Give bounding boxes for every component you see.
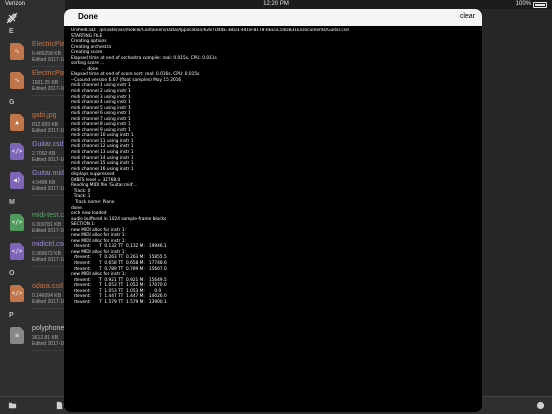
file-name: gabi.jpg <box>32 112 57 119</box>
file-meta: 1601.25 KB Edited 2017-10- <box>32 80 65 92</box>
image-icon: ▲ <box>10 114 24 131</box>
file-name: Guitar.csd <box>32 141 64 148</box>
done-button[interactable]: Done <box>78 12 98 21</box>
list-separator <box>32 166 65 167</box>
file-edited-date: Edited 2017-10- <box>32 86 65 92</box>
list-separator <box>32 350 65 351</box>
file-meta: 0.246094 KB Edited 2017-10- <box>32 293 65 305</box>
section-letter: M <box>9 199 15 206</box>
file-meta: 0.486258 KB Edited 2017-10- <box>32 51 65 63</box>
file-edited-date: Edited 2017-10- <box>32 128 65 134</box>
file-list-item[interactable]: ∿ ElectricPian 0.486258 KBEdited 2017-10- <box>0 39 65 69</box>
file-list-item[interactable]: ∿ ElectricPian 1601.25 KBEdited 2017-10- <box>0 68 65 98</box>
code-icon: </> <box>10 214 24 231</box>
list-separator <box>32 308 65 309</box>
status-bar: Verizon 12:20 PM 100% <box>0 0 552 9</box>
file-name: ElectricPian <box>32 70 65 77</box>
section-letter: G <box>9 99 15 106</box>
list-separator <box>32 237 65 238</box>
clear-button[interactable]: clear <box>460 13 475 20</box>
file-meta: 0.366672 KB Edited 2017-10- <box>32 251 65 263</box>
file-meta: 3612.81 KB Edited 2017-10- <box>32 335 65 347</box>
app-logo-icon[interactable] <box>6 12 18 24</box>
file-list-item[interactable]: ▲ gabi.jpg 812.659 KB Edited 2017-10- <box>0 110 65 140</box>
file-name: Guitar.mid <box>32 170 64 177</box>
file-list-item[interactable]: </> midi-test.cs 0.300781 KB Edited 2017-10… <box>0 210 65 240</box>
file-name: midi-test.cs <box>32 212 65 219</box>
file-edited-date: Edited 2017-10- <box>32 228 65 234</box>
file-list-item[interactable]: </> midictrl.csd 0.366672 KB Edited 2017-10… <box>0 239 65 269</box>
file-edited-date: Edited 2017-10- <box>32 57 65 63</box>
status-time: 12:20 PM <box>263 1 289 7</box>
list-separator <box>32 195 65 196</box>
list-separator <box>32 66 65 67</box>
file-browser-sidebar: E ∿ ElectricPian 0.486258 KBEdited 2017-10-… <box>0 0 65 414</box>
battery-icon <box>533 1 547 8</box>
battery-percent: 100% <box>515 1 531 7</box>
file-edited-date: Edited 2017-10- <box>32 186 65 192</box>
section-letter: E <box>9 28 14 35</box>
sidebar-header <box>0 9 65 26</box>
file-name: polyphone- <box>32 325 65 332</box>
file-edited-date: Edited 2017-10- <box>32 299 65 305</box>
battery-indicator: 100% <box>516 0 547 9</box>
waveform-icon: ∿ <box>10 43 24 60</box>
file-list-item[interactable]: ◀) Guitar.mid 4.0498 KB Edited 2017-10- <box>0 168 65 198</box>
background-panel <box>482 9 552 396</box>
console-log[interactable]: UnifiedCSD: /private/var/mobile/Containe… <box>71 28 476 408</box>
file-name: odara.csd <box>32 283 63 290</box>
list-separator <box>32 95 65 96</box>
file-edited-date: Edited 2017-10- <box>32 257 65 263</box>
code-icon: </> <box>10 285 24 302</box>
file-edited-date: Edited 2017-10- <box>32 157 65 163</box>
folder-icon[interactable] <box>8 401 17 410</box>
new-file-icon[interactable] <box>55 401 64 410</box>
file-name: ElectricPian <box>32 41 65 48</box>
file-list-item[interactable]: </> Guitar.csd 2.7002 KB Edited 2017-10- <box>0 139 65 169</box>
console-output-modal: Done clear UnifiedCSD: /private/var/mobi… <box>64 9 482 412</box>
modal-header: Done clear <box>64 9 482 26</box>
list-separator <box>32 137 65 138</box>
record-icon[interactable] <box>536 401 545 410</box>
section-letter: O <box>9 270 15 277</box>
file-list-item[interactable]: ≡ polyphone- 3612.81 KB Edited 2017-10- <box>0 323 65 353</box>
file-meta: 0.300781 KB Edited 2017-10- <box>32 222 65 234</box>
waveform-icon: ∿ <box>10 72 24 89</box>
code-icon: </> <box>10 243 24 260</box>
file-name: midictrl.csd <box>32 241 65 248</box>
file-list-item[interactable]: </> odara.csd 0.246094 KB Edited 2017-10- <box>0 281 65 311</box>
file-meta: 4.0498 KB Edited 2017-10- <box>32 180 65 192</box>
code-icon: </> <box>10 143 24 160</box>
speaker-icon: ◀) <box>10 172 24 189</box>
file-edited-date: Edited 2017-10- <box>32 341 65 347</box>
log-line: rtevent: T 1.579 TT 1.579 M: 13900.1 <box>71 299 167 305</box>
file-icon: ≡ <box>10 327 24 344</box>
section-letter: P <box>9 312 14 319</box>
list-separator <box>32 266 65 267</box>
file-meta: 812.659 KB Edited 2017-10- <box>32 122 65 134</box>
file-meta: 2.7002 KB Edited 2017-10- <box>32 151 65 163</box>
